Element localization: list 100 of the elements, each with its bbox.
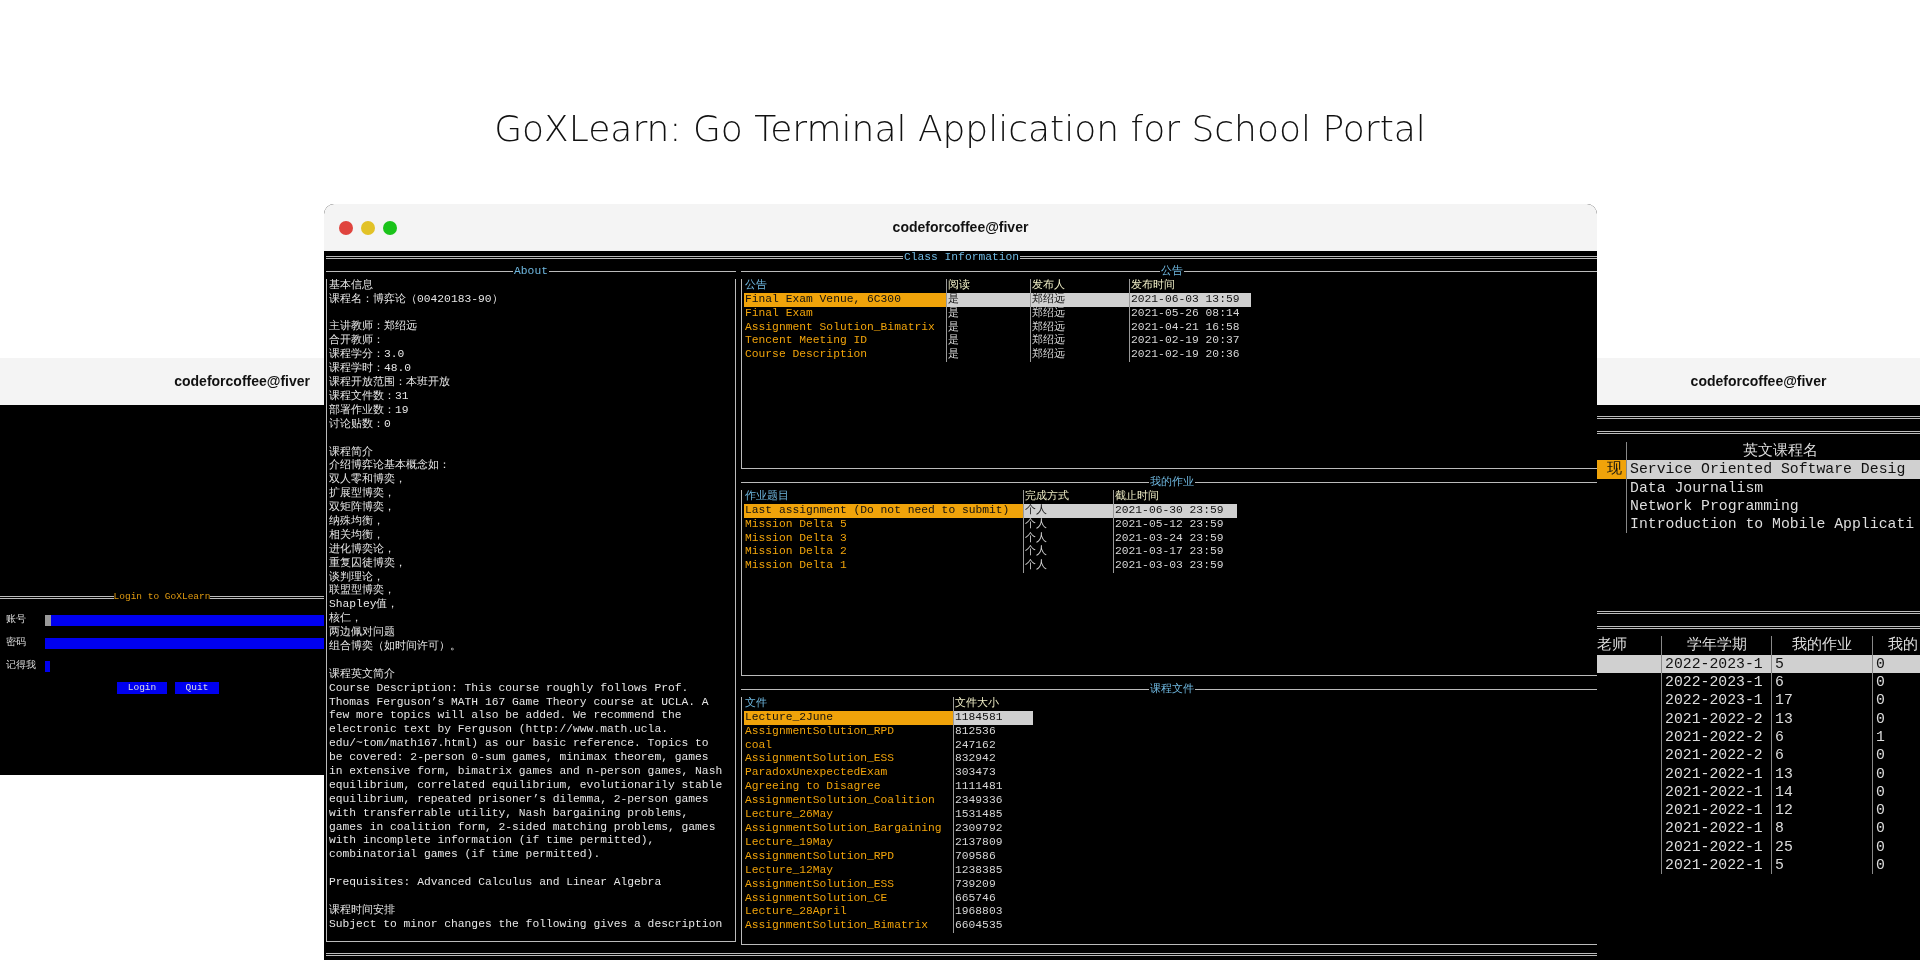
table-cell: 2349336 [953,794,1033,809]
text-line: Shapley值， [329,598,400,612]
table-cell: 247162 [953,738,1033,753]
input-field[interactable] [45,614,324,626]
table-cell[interactable]: AssignmentSolution_Coalition [744,794,953,809]
text-line: few more topics will also be added. We recommend the [329,709,683,724]
text-line: 课程简介 [329,445,374,458]
table-cell: 6 [1771,727,1872,747]
table-cell: 2021-2022-1 [1661,801,1771,820]
table-row[interactable]: 现 Service Oriented Software Desig [1597,460,1920,479]
table-cell[interactable]: Mission Delta 1 [744,559,1023,574]
field-label: 账号 [5,613,27,628]
table-cell: 0 [1872,801,1920,820]
text-line: Subject to minor changes the following gives a description [329,917,724,932]
table-cell[interactable]: AssignmentSolution_Bargaining [744,821,953,836]
table-cell: 665746 [953,891,1033,906]
close-button[interactable] [339,220,353,235]
table-cell[interactable]: ParadoxUnexpectedExam [744,766,953,781]
text-line: equilibrium, correlated equilibrium, evolutionarily stable [329,778,724,793]
text-line: 纳殊均衡， [329,514,385,529]
table-row[interactable]: 2022-2023-1 17 0 [1597,691,1920,710]
table-cell[interactable]: AssignmentSolution_ESS [744,877,953,892]
table-cell[interactable]: Lecture_2June [744,710,953,725]
panel-title: 公告 [1160,264,1184,279]
table-row[interactable]: 2021-2022-1 8 0 [1597,819,1920,838]
text-line: games in coalition form, 2-sided matching problems, games [329,820,717,835]
input-field[interactable] [45,637,324,649]
table-cell[interactable]: Final Exam Venue, 6C300 [744,292,946,307]
table-cell: 0 [1872,709,1920,728]
table-cell: 2021-2022-2 [1661,709,1771,728]
table-cell: 6 [1771,673,1872,692]
table-cell: 739209 [953,877,1033,892]
table-cell[interactable]: Mission Delta 5 [744,517,1023,532]
table-cell: 2022-2023-1 [1661,673,1771,692]
text-line: with incomplete information (if time permitted), [329,834,656,849]
table-cell: 2021-02-19 20:37 [1129,334,1251,349]
table-cell: 郑绍远 [1030,348,1129,363]
table-cell[interactable]: Agreeing to Disagree [744,780,953,795]
table-cell: 郑绍远 [1030,306,1129,321]
table-cell: 2137809 [953,835,1033,850]
text-line: 进化博奕论， [329,542,396,557]
table-cell: 现 [1597,460,1627,479]
table-row[interactable]: 2021-2022-2 6 1 [1597,727,1920,747]
table-cell[interactable]: AssignmentSolution_RPD [744,724,953,739]
table-cell[interactable]: Last assignment (Do not need to submit) [744,503,1023,518]
table-cell[interactable]: AssignmentSolution_CE [744,891,953,906]
table-row[interactable]: 2021-2022-2 13 0 [1597,709,1920,728]
table-cell: 25 [1771,837,1872,857]
table-row[interactable]: 2021-2022-1 5 0 [1597,856,1920,875]
table-cell: 是 [946,292,1030,307]
table-cell: 2021-2022-1 [1661,764,1771,783]
text-line: Course Description: This course roughly follows Prof. [329,681,690,696]
table-cell: 2021-03-03 23:59 [1113,559,1237,574]
table-cell: 2021-2022-2 [1661,746,1771,765]
text-line: 课程时间安排 [329,903,396,918]
table-cell[interactable]: AssignmentSolution_Bimatrix [744,919,953,934]
text-line: 扩展型博奕， [329,487,396,501]
minimize-button[interactable] [361,220,375,235]
table-cell: 2021-04-21 16:58 [1129,320,1251,335]
maximize-button[interactable] [383,220,397,235]
table-cell: 郑绍远 [1030,334,1129,349]
table-row[interactable]: 2021-2022-1 12 0 [1597,801,1920,820]
table-cell[interactable]: Final Exam [744,306,946,321]
quit-button[interactable]: Quit [175,682,219,695]
text-line: 课程开放范围：本班开放 [329,376,451,390]
form-title: Login to GoXLearn [113,590,211,604]
checkbox[interactable] [45,660,50,672]
table-row[interactable]: 2021-2022-1 25 0 [1597,837,1920,857]
table-row[interactable]: 2021-2022-2 6 0 [1597,746,1920,765]
table-cell[interactable]: coal [744,738,953,753]
table-cell[interactable]: Lecture_19May [744,835,953,850]
table-cell[interactable]: AssignmentSolution_RPD [744,849,953,864]
table-cell[interactable]: Mission Delta 3 [744,531,1023,546]
table-cell[interactable]: Lecture_12May [744,863,953,878]
panel-title: About [513,264,549,279]
panel-title: 课程文件 [1149,682,1195,697]
text-line: 课程名：博弈论（00420183-90） [329,292,504,307]
table-row[interactable]: 2022-2023-1 6 0 [1597,673,1920,692]
table-cell[interactable]: Course Description [744,348,946,363]
table-cell[interactable]: AssignmentSolution_ESS [744,752,953,767]
text-line: with transferrable utility, Nash bargaining problems, [329,806,690,821]
table-cell[interactable]: Lecture_28April [744,905,953,920]
table-row[interactable]: 2021-2022-1 14 0 [1597,782,1920,802]
table-row[interactable]: 2022-2023-1 5 0 [1597,654,1920,674]
text-line: Thomas Ferguson’s MATH 167 Game Theory course at UCLA. A [329,695,710,710]
table-cell[interactable]: Tencent Meeting ID [744,334,946,349]
table-cell-text: Service Oriented Software Desig [1629,460,1906,479]
login-button[interactable]: Login [117,682,167,695]
table-cell: 2021-03-24 23:59 [1113,531,1237,546]
table-cell: 2021-2022-1 [1661,819,1771,838]
table-cell[interactable]: Assignment Solution_Bimatrix [744,320,946,335]
table-cell: 个人 [1023,503,1113,518]
table-cell[interactable]: Lecture_26May [744,808,953,822]
table-row[interactable]: 2021-2022-1 13 0 [1597,764,1920,783]
table-cell[interactable]: Mission Delta 2 [744,545,1023,560]
table-cell: 6 [1771,746,1872,765]
text-line: 重复囚徒博奕， [329,556,407,571]
table-cell: 郑绍远 [1030,320,1129,335]
table-cell: 2021-2022-1 [1661,837,1771,857]
table-cell: 5 [1771,654,1872,674]
